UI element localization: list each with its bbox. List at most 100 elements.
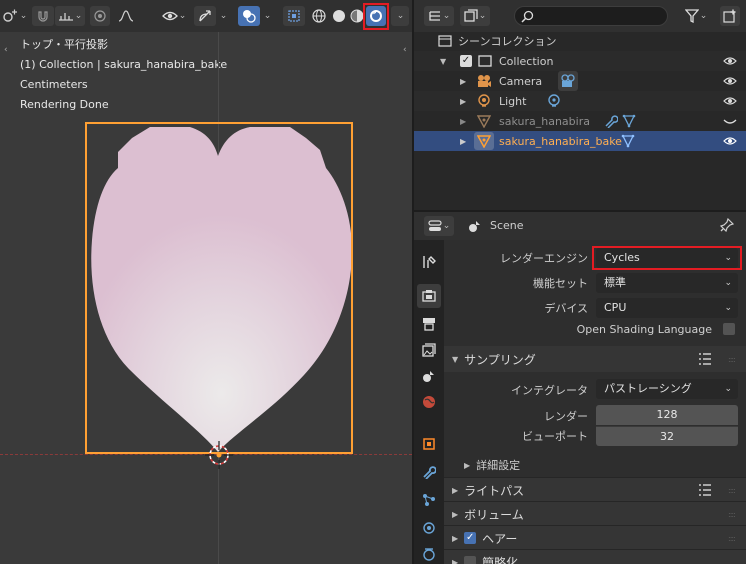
device-label: デバイス — [544, 302, 588, 315]
integrator-dropdown[interactable]: パストレーシング ⌄ — [596, 379, 738, 399]
properties-editor: ⌄ Scene レンダーエンジン Cycles ⌄ 機能セット 標準 ⌄ デバイ… — [414, 212, 746, 564]
drag-grip-icon[interactable]: :::: — [728, 486, 738, 495]
render-samples-field[interactable]: 128 — [596, 405, 738, 425]
properties-header: ⌄ Scene — [414, 212, 746, 240]
camera-data-icon[interactable] — [558, 71, 578, 91]
new-collection-button[interactable] — [720, 6, 740, 26]
simplify-enable-checkbox[interactable] — [464, 556, 477, 564]
volumes-panel-title: ボリューム — [464, 507, 524, 522]
mesh-data-icon[interactable] — [621, 134, 635, 148]
device-dropdown[interactable]: CPU ⌄ — [596, 298, 738, 318]
sampling-panel-title: サンプリング — [464, 352, 536, 367]
outliner-row-light[interactable]: ▶ Light — [414, 91, 746, 111]
properties-context-label: Scene — [490, 219, 524, 232]
advanced-subpanel-header[interactable]: ▶ 詳細設定 — [464, 454, 520, 476]
tab-physics[interactable] — [417, 516, 441, 540]
drag-grip-icon[interactable]: :::: — [728, 355, 738, 364]
tab-tool[interactable] — [417, 250, 441, 274]
mesh-data-icon[interactable] — [622, 114, 636, 128]
world-globe-icon — [423, 396, 435, 408]
pin-icon[interactable] — [720, 218, 734, 232]
wrench-modifier-icon[interactable] — [604, 114, 618, 128]
panel-expand-triangle-icon: ▶ — [452, 557, 459, 564]
light-object-icon — [478, 94, 490, 107]
simplify-panel-title: 簡略化 — [482, 555, 519, 564]
chevron-down-icon: ⌄ — [724, 303, 732, 313]
panel-expand-triangle-icon: ▶ — [452, 509, 459, 519]
visibility-eye-icon[interactable] — [723, 56, 737, 66]
collection-label: Collection — [499, 54, 554, 68]
object-square-icon — [423, 438, 435, 450]
outliner-scene-collection-row[interactable]: シーンコレクション — [414, 31, 746, 51]
visibility-eye-icon[interactable] — [723, 76, 737, 86]
filter-button[interactable]: ⌄ — [682, 6, 710, 26]
outliner-header: ⌄ ⌄ ⌄ — [414, 0, 746, 32]
tab-modifiers[interactable] — [417, 460, 441, 484]
visibility-eye-icon[interactable] — [723, 136, 737, 146]
osl-checkbox[interactable] — [723, 323, 735, 335]
tab-output[interactable] — [417, 312, 441, 336]
panel-expand-triangle-icon: ▶ — [452, 485, 459, 495]
tab-scene[interactable] — [417, 364, 441, 388]
render-properties-panel: レンダーエンジン Cycles ⌄ 機能セット 標準 ⌄ デバイス CPU ⌄ … — [444, 240, 746, 564]
display-mode-button[interactable]: ⌄ — [460, 6, 490, 26]
3d-viewport[interactable]: ⌄ ⌄ ⌄ ⌄ ⌄ ⌄ ‹ ‹ トップ・平行投影 (1) Collection … — [0, 0, 412, 564]
light-paths-panel-header[interactable]: ▶ ライトパス :::: — [444, 477, 746, 501]
outliner-row-sakura-hanabira-bake[interactable]: ▶ sakura_hanabira_bake — [414, 131, 746, 151]
outliner-search-input[interactable] — [514, 6, 668, 26]
display-mode-icon — [464, 9, 478, 22]
outliner-row-sakura-hanabira[interactable]: ▶ sakura_hanabira — [414, 111, 746, 131]
volumes-panel-header[interactable]: ▶ ボリューム :::: — [444, 501, 746, 525]
feature-set-dropdown[interactable]: 標準 ⌄ — [596, 273, 738, 293]
outliner-editor: ⌄ ⌄ ⌄ シーンコレクション ▼ ✓ Collection ▶ Camera — [414, 0, 746, 210]
viewport-samples-field[interactable]: 32 — [596, 426, 738, 446]
search-icon — [521, 10, 534, 23]
sampling-panel-header[interactable]: ▼ サンプリング :::: — [444, 346, 746, 372]
hair-enable-checkbox[interactable]: ✓ — [464, 532, 477, 544]
advanced-subpanel-title: 詳細設定 — [476, 459, 521, 472]
presets-list-icon[interactable] — [698, 484, 712, 496]
panel-expand-triangle-icon: ▶ — [464, 460, 471, 470]
tab-constraints[interactable] — [417, 542, 441, 564]
scene-icon — [423, 371, 434, 382]
simplify-panel-header[interactable]: ▶ 簡略化 — [444, 549, 746, 564]
scene-context-icon — [469, 221, 480, 232]
osl-label: Open Shading Language — [576, 323, 712, 336]
render-samples-label: レンダー — [544, 410, 588, 423]
hair-panel-header[interactable]: ▶ ✓ ヘアー :::: — [444, 525, 746, 549]
camera-object-icon — [478, 75, 491, 87]
presets-list-icon[interactable] — [698, 353, 712, 365]
exclude-checkbox[interactable]: ✓ — [460, 55, 472, 67]
expand-triangle-icon[interactable]: ▶ — [460, 117, 466, 126]
panel-expand-triangle-icon: ▶ — [452, 533, 459, 543]
expand-triangle-icon[interactable]: ▼ — [440, 57, 446, 66]
render-camera-back-icon — [422, 290, 436, 302]
editor-type-button[interactable]: ⌄ — [424, 216, 454, 236]
outliner-row-camera[interactable]: ▶ Camera — [414, 71, 746, 91]
light-data-icon[interactable] — [547, 94, 561, 108]
feature-set-label: 機能セット — [533, 277, 588, 290]
wrench-icon — [423, 466, 436, 479]
tab-world[interactable] — [417, 390, 441, 414]
editor-type-button[interactable]: ⌄ — [424, 6, 454, 26]
light-paths-panel-title: ライトパス — [464, 483, 525, 498]
3d-cursor-icon[interactable] — [205, 441, 233, 469]
tab-view-layer[interactable] — [417, 338, 441, 362]
expand-triangle-icon[interactable]: ▶ — [460, 97, 466, 106]
hidden-eye-icon[interactable] — [723, 117, 737, 127]
tab-render[interactable] — [417, 284, 441, 308]
visibility-eye-icon[interactable] — [723, 96, 737, 106]
expand-triangle-icon[interactable]: ▶ — [460, 77, 466, 86]
sakura-hanabira-bake-label: sakura_hanabira_bake — [499, 134, 622, 148]
drag-grip-icon[interactable]: :::: — [728, 534, 738, 543]
tab-object[interactable] — [417, 432, 441, 456]
outliner-row-collection[interactable]: ▼ ✓ Collection — [414, 51, 746, 71]
hair-panel-title: ヘアー — [482, 531, 518, 546]
drag-grip-icon[interactable]: :::: — [728, 510, 738, 519]
physics-orbit-icon — [423, 522, 435, 534]
scene-collection-icon — [438, 35, 452, 47]
expand-triangle-icon[interactable]: ▶ — [460, 137, 466, 146]
device-value: CPU — [604, 301, 627, 314]
tab-particles[interactable] — [417, 488, 441, 512]
light-label: Light — [499, 94, 527, 108]
